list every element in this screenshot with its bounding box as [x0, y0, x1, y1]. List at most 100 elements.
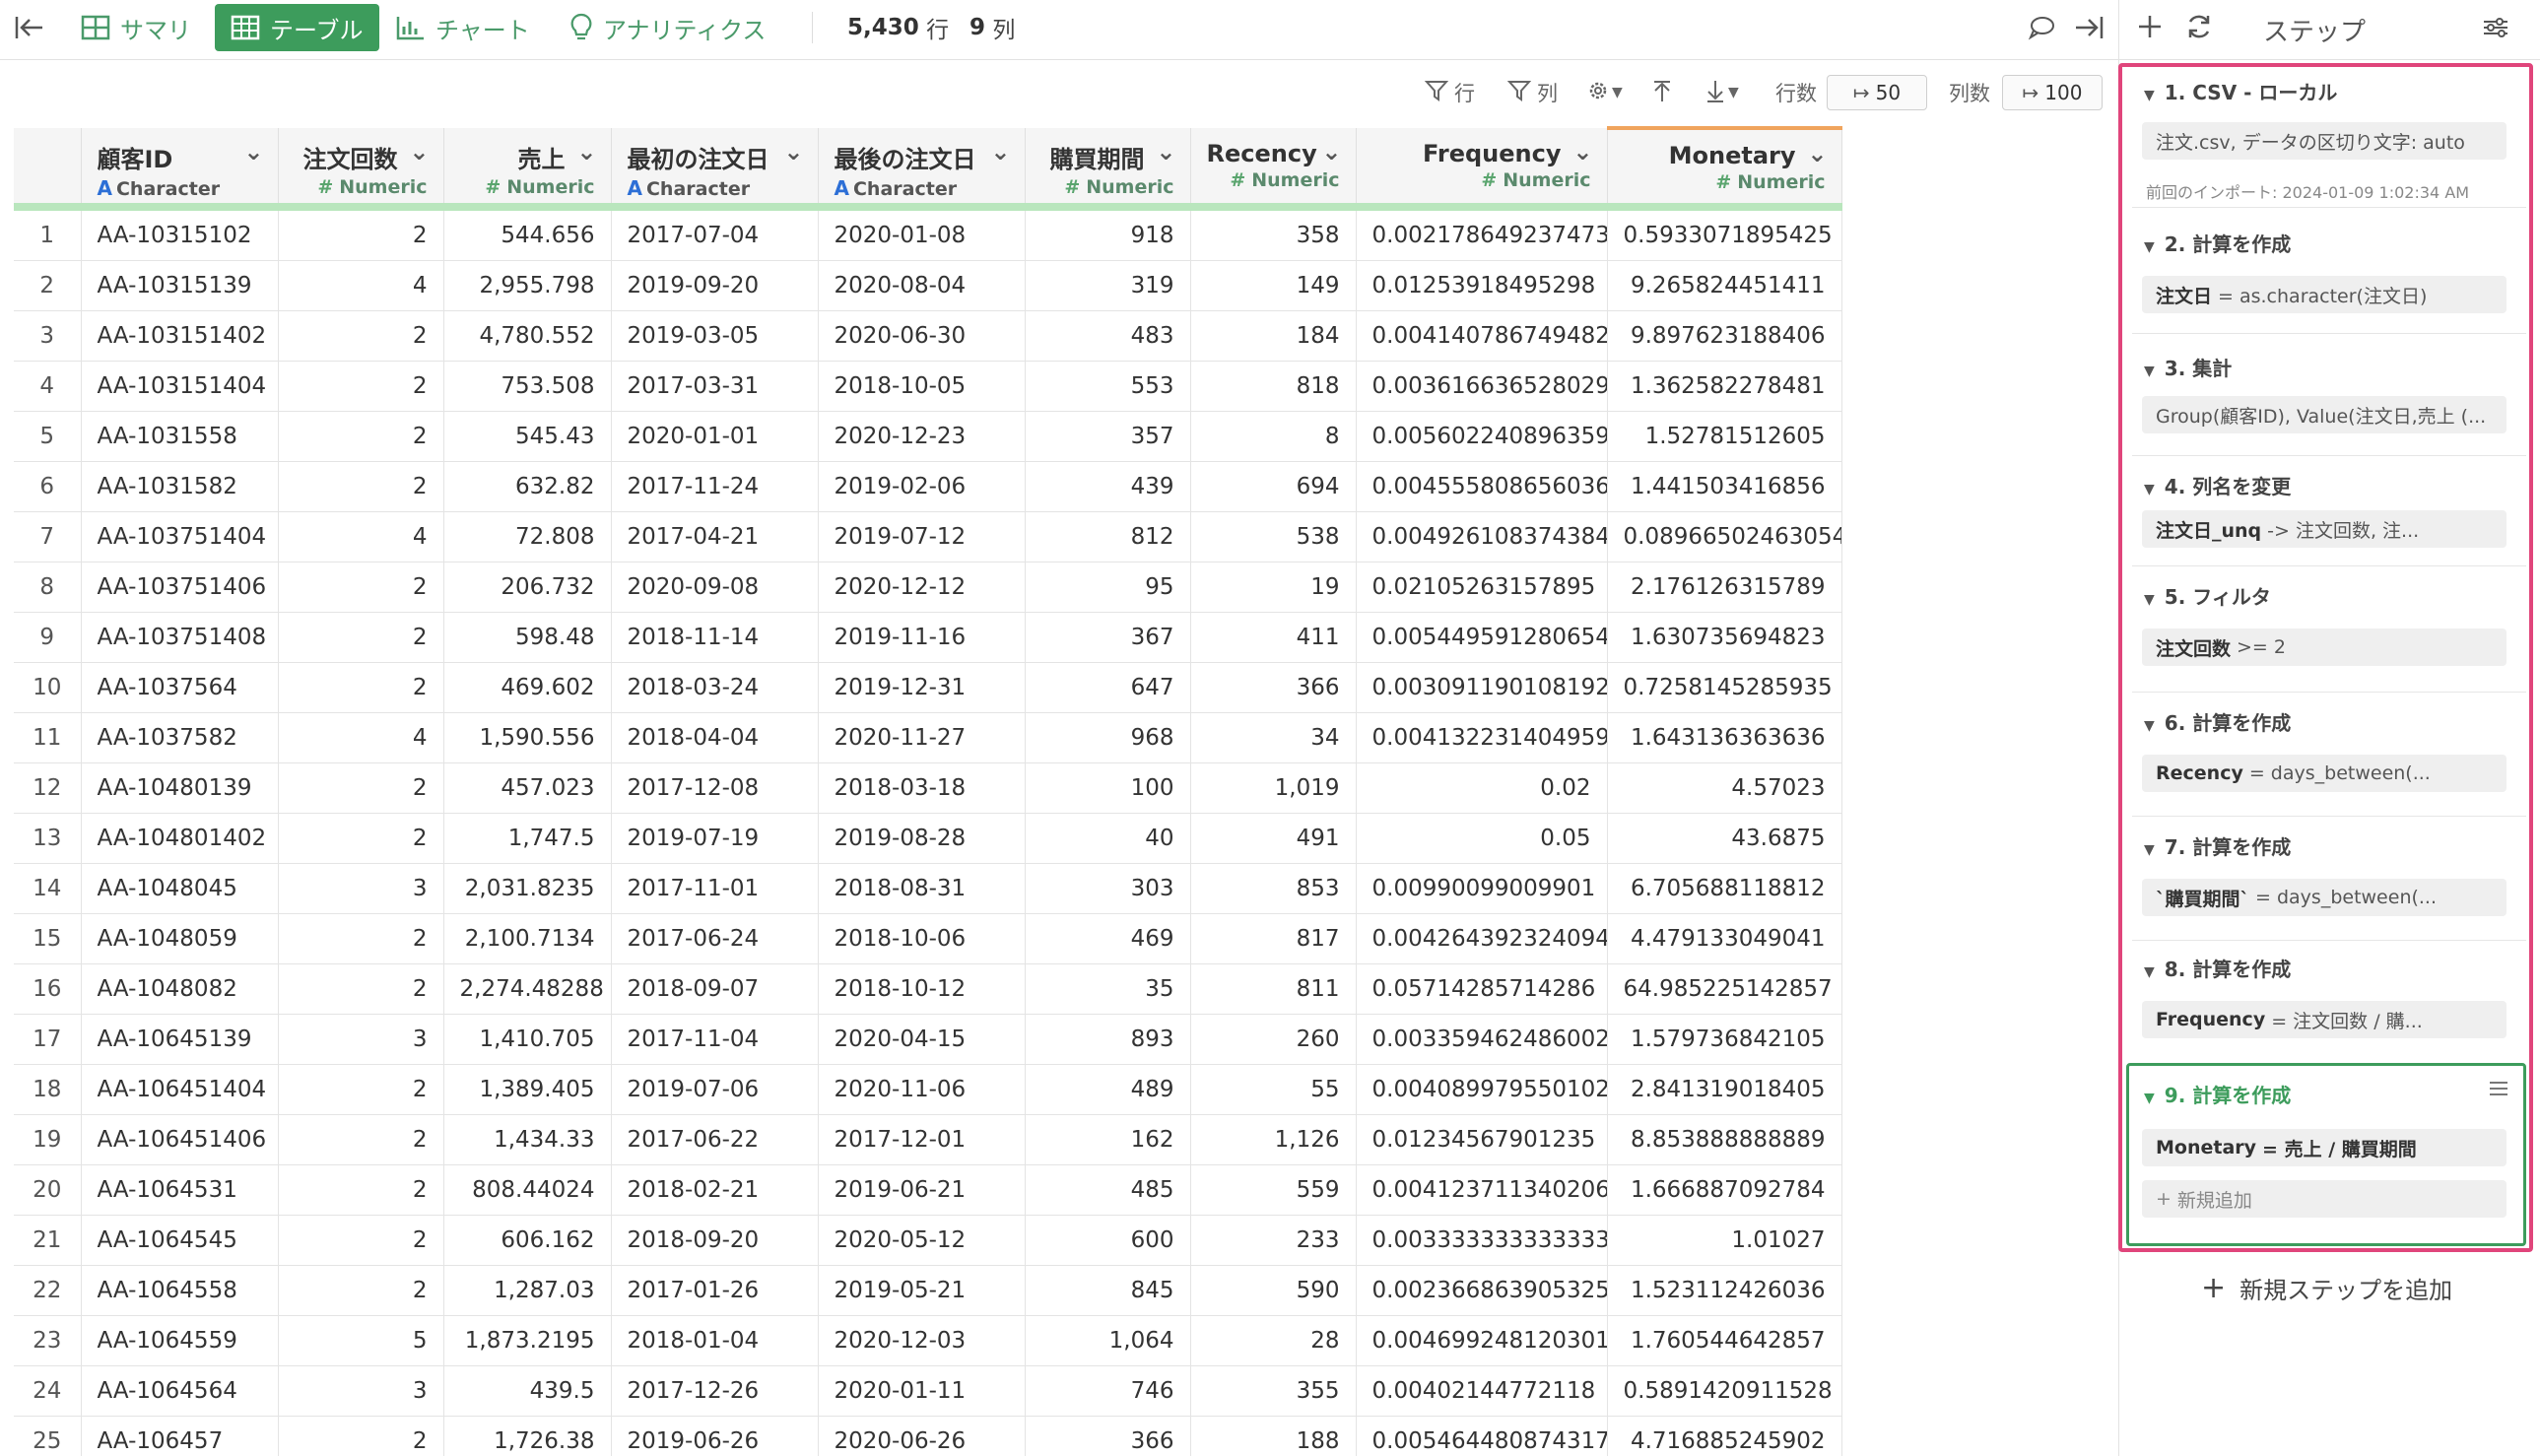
table-cell[interactable]: AA-104801402	[81, 813, 279, 864]
table-cell[interactable]: AA-1037582	[81, 712, 279, 763]
table-cell[interactable]: 2019-09-20	[611, 260, 819, 311]
table-cell[interactable]: 1.52781512605	[1607, 411, 1842, 462]
table-cell[interactable]: 0.003359462486002	[1356, 1014, 1608, 1065]
table-cell[interactable]: 2019-02-06	[818, 461, 1026, 512]
table-cell[interactable]: 0.004123711340206	[1356, 1164, 1608, 1216]
table-cell[interactable]: 2017-03-31	[611, 361, 819, 412]
table-cell[interactable]: 4,780.552	[443, 310, 612, 362]
table-cell[interactable]: 2017-12-08	[611, 762, 819, 814]
table-cell[interactable]: 2017-11-01	[611, 863, 819, 914]
tab-chart[interactable]: チャート	[396, 0, 530, 55]
table-cell[interactable]: AA-1037564	[81, 662, 279, 713]
table-cell[interactable]: 538	[1190, 511, 1357, 563]
table-row[interactable]: 6 AA-1031582 2 632.82 2017-11-24 2019-02-06 43…	[14, 461, 1842, 512]
chevron-down-icon[interactable]: ⌄	[1321, 138, 1341, 165]
table-cell[interactable]: 0.00402144772118	[1356, 1365, 1608, 1417]
table-cell[interactable]: 2	[278, 310, 444, 362]
table-cell[interactable]: 2017-12-01	[818, 1114, 1026, 1165]
table-cell[interactable]: 55	[1190, 1064, 1357, 1115]
table-cell[interactable]: 4	[278, 260, 444, 311]
table-cell[interactable]: 2020-06-30	[818, 310, 1026, 362]
table-cell[interactable]: 2019-07-12	[818, 511, 1026, 563]
table-cell[interactable]: AA-10315139	[81, 260, 279, 311]
step-3[interactable]: ▼ 3. 集計 Group(顧客ID), Value(注文日,売上 (...	[2132, 333, 2526, 456]
chevron-down-icon[interactable]: ⌄	[783, 138, 803, 165]
table-cell[interactable]: 6.705688118812	[1607, 863, 1842, 914]
table-cell[interactable]: 1,064	[1025, 1315, 1191, 1366]
table-cell[interactable]: 632.82	[443, 461, 612, 512]
table-cell[interactable]: 2	[278, 361, 444, 412]
table-cell[interactable]: 2	[278, 207, 444, 261]
table-row[interactable]: 13 AA-104801402 2 1,747.5 2019-07-19 2019-08-…	[14, 813, 1842, 864]
table-cell[interactable]: 2	[278, 963, 444, 1015]
table-cell[interactable]: 2020-01-08	[818, 207, 1026, 261]
table-cell[interactable]: 1,747.5	[443, 813, 612, 864]
table-cell[interactable]: 746	[1025, 1365, 1191, 1417]
table-cell[interactable]: 184	[1190, 310, 1357, 362]
table-cell[interactable]: 2018-10-05	[818, 361, 1026, 412]
table-cell[interactable]: 2019-06-26	[611, 1416, 819, 1456]
table-cell[interactable]: 0.7258145285935	[1607, 662, 1842, 713]
table-cell[interactable]: 8	[1190, 411, 1357, 462]
table-cell[interactable]: 0.5891420911528	[1607, 1365, 1842, 1417]
step-6[interactable]: ▼ 6. 計算を作成 Recency = days_between(...	[2132, 692, 2526, 817]
table-row[interactable]: 22 AA-1064558 2 1,287.03 2017-01-26 2019-05-2…	[14, 1265, 1842, 1316]
step-7[interactable]: ▼ 7. 計算を作成 `購買期間` = days_between(...	[2132, 816, 2526, 941]
table-cell[interactable]: 3	[278, 1365, 444, 1417]
table-cell[interactable]: 2019-07-06	[611, 1064, 819, 1115]
table-cell[interactable]: 2018-03-24	[611, 662, 819, 713]
sort-dropdown[interactable]: ▼	[1704, 73, 1739, 112]
table-cell[interactable]: 0.01234567901235	[1356, 1114, 1608, 1165]
table-cell[interactable]: 2017-07-04	[611, 207, 819, 261]
table-cell[interactable]: 2018-02-21	[611, 1164, 819, 1216]
rows-count-input[interactable]: ↦ 50	[1827, 75, 1927, 110]
table-cell[interactable]: 2019-07-19	[611, 813, 819, 864]
table-cell[interactable]: 0.004264392324094	[1356, 913, 1608, 964]
table-cell[interactable]: 0.005602240896359	[1356, 411, 1608, 462]
table-cell[interactable]: AA-106457	[81, 1416, 279, 1456]
tab-analytics[interactable]: アナリティクス	[569, 0, 766, 55]
table-cell[interactable]: 1.362582278481	[1607, 361, 1842, 412]
table-cell[interactable]: 2019-12-31	[818, 662, 1026, 713]
settings-dropdown[interactable]: ▼	[1586, 73, 1623, 112]
table-cell[interactable]: 1.01027	[1607, 1215, 1842, 1266]
table-cell[interactable]: 1.666887092784	[1607, 1164, 1842, 1216]
column-header[interactable]: 最後の注文日 A Character ⌄	[818, 128, 1026, 211]
table-cell[interactable]: 0.5933071895425	[1607, 207, 1842, 261]
table-cell[interactable]: AA-106451404	[81, 1064, 279, 1115]
table-cell[interactable]: 2,955.798	[443, 260, 612, 311]
chevron-down-icon[interactable]: ⌄	[1572, 138, 1592, 165]
table-row[interactable]: 17 AA-10645139 3 1,410.705 2017-11-04 2020-04…	[14, 1014, 1842, 1065]
table-cell[interactable]: 2018-01-04	[611, 1315, 819, 1366]
table-cell[interactable]: 0.003091190108192	[1356, 662, 1608, 713]
table-cell[interactable]: 2018-04-04	[611, 712, 819, 763]
table-cell[interactable]: 4.716885245902	[1607, 1416, 1842, 1456]
table-row[interactable]: 16 AA-1048082 2 2,274.48288 2018-09-07 2018-1…	[14, 963, 1842, 1015]
table-cell[interactable]: 0.02	[1356, 762, 1608, 814]
chevron-down-icon[interactable]: ⌄	[409, 138, 429, 165]
table-cell[interactable]: 260	[1190, 1014, 1357, 1065]
table-cell[interactable]: 1,389.405	[443, 1064, 612, 1115]
table-cell[interactable]: 19	[1190, 562, 1357, 613]
table-cell[interactable]: 818	[1190, 361, 1357, 412]
table-cell[interactable]: 366	[1025, 1416, 1191, 1456]
step-5[interactable]: ▼ 5. フィルタ 注文回数 >= 2	[2132, 565, 2526, 693]
table-cell[interactable]: 2020-01-11	[818, 1365, 1026, 1417]
table-cell[interactable]: 2020-08-04	[818, 260, 1026, 311]
table-cell[interactable]: 1,126	[1190, 1114, 1357, 1165]
step-2-body[interactable]: 注文日 = as.character(注文日)	[2142, 276, 2507, 313]
table-cell[interactable]: 606.162	[443, 1215, 612, 1266]
table-cell[interactable]: 100	[1025, 762, 1191, 814]
table-cell[interactable]: 469.602	[443, 662, 612, 713]
table-row[interactable]: 23 AA-1064559 5 1,873.2195 2018-01-04 2020-12…	[14, 1315, 1842, 1366]
column-header[interactable]: 売上 # Numeric ⌄	[443, 128, 612, 211]
chevron-down-icon[interactable]: ⌄	[1807, 140, 1827, 167]
add-icon[interactable]	[2137, 14, 2163, 43]
table-cell[interactable]: 162	[1025, 1114, 1191, 1165]
table-cell[interactable]: 2017-04-21	[611, 511, 819, 563]
table-cell[interactable]: AA-103151404	[81, 361, 279, 412]
table-cell[interactable]: 2,274.48288	[443, 963, 612, 1015]
table-cell[interactable]: 28	[1190, 1315, 1357, 1366]
table-cell[interactable]: 469	[1025, 913, 1191, 964]
table-row[interactable]: 24 AA-1064564 3 439.5 2017-12-26 2020-01-11 74…	[14, 1365, 1842, 1417]
